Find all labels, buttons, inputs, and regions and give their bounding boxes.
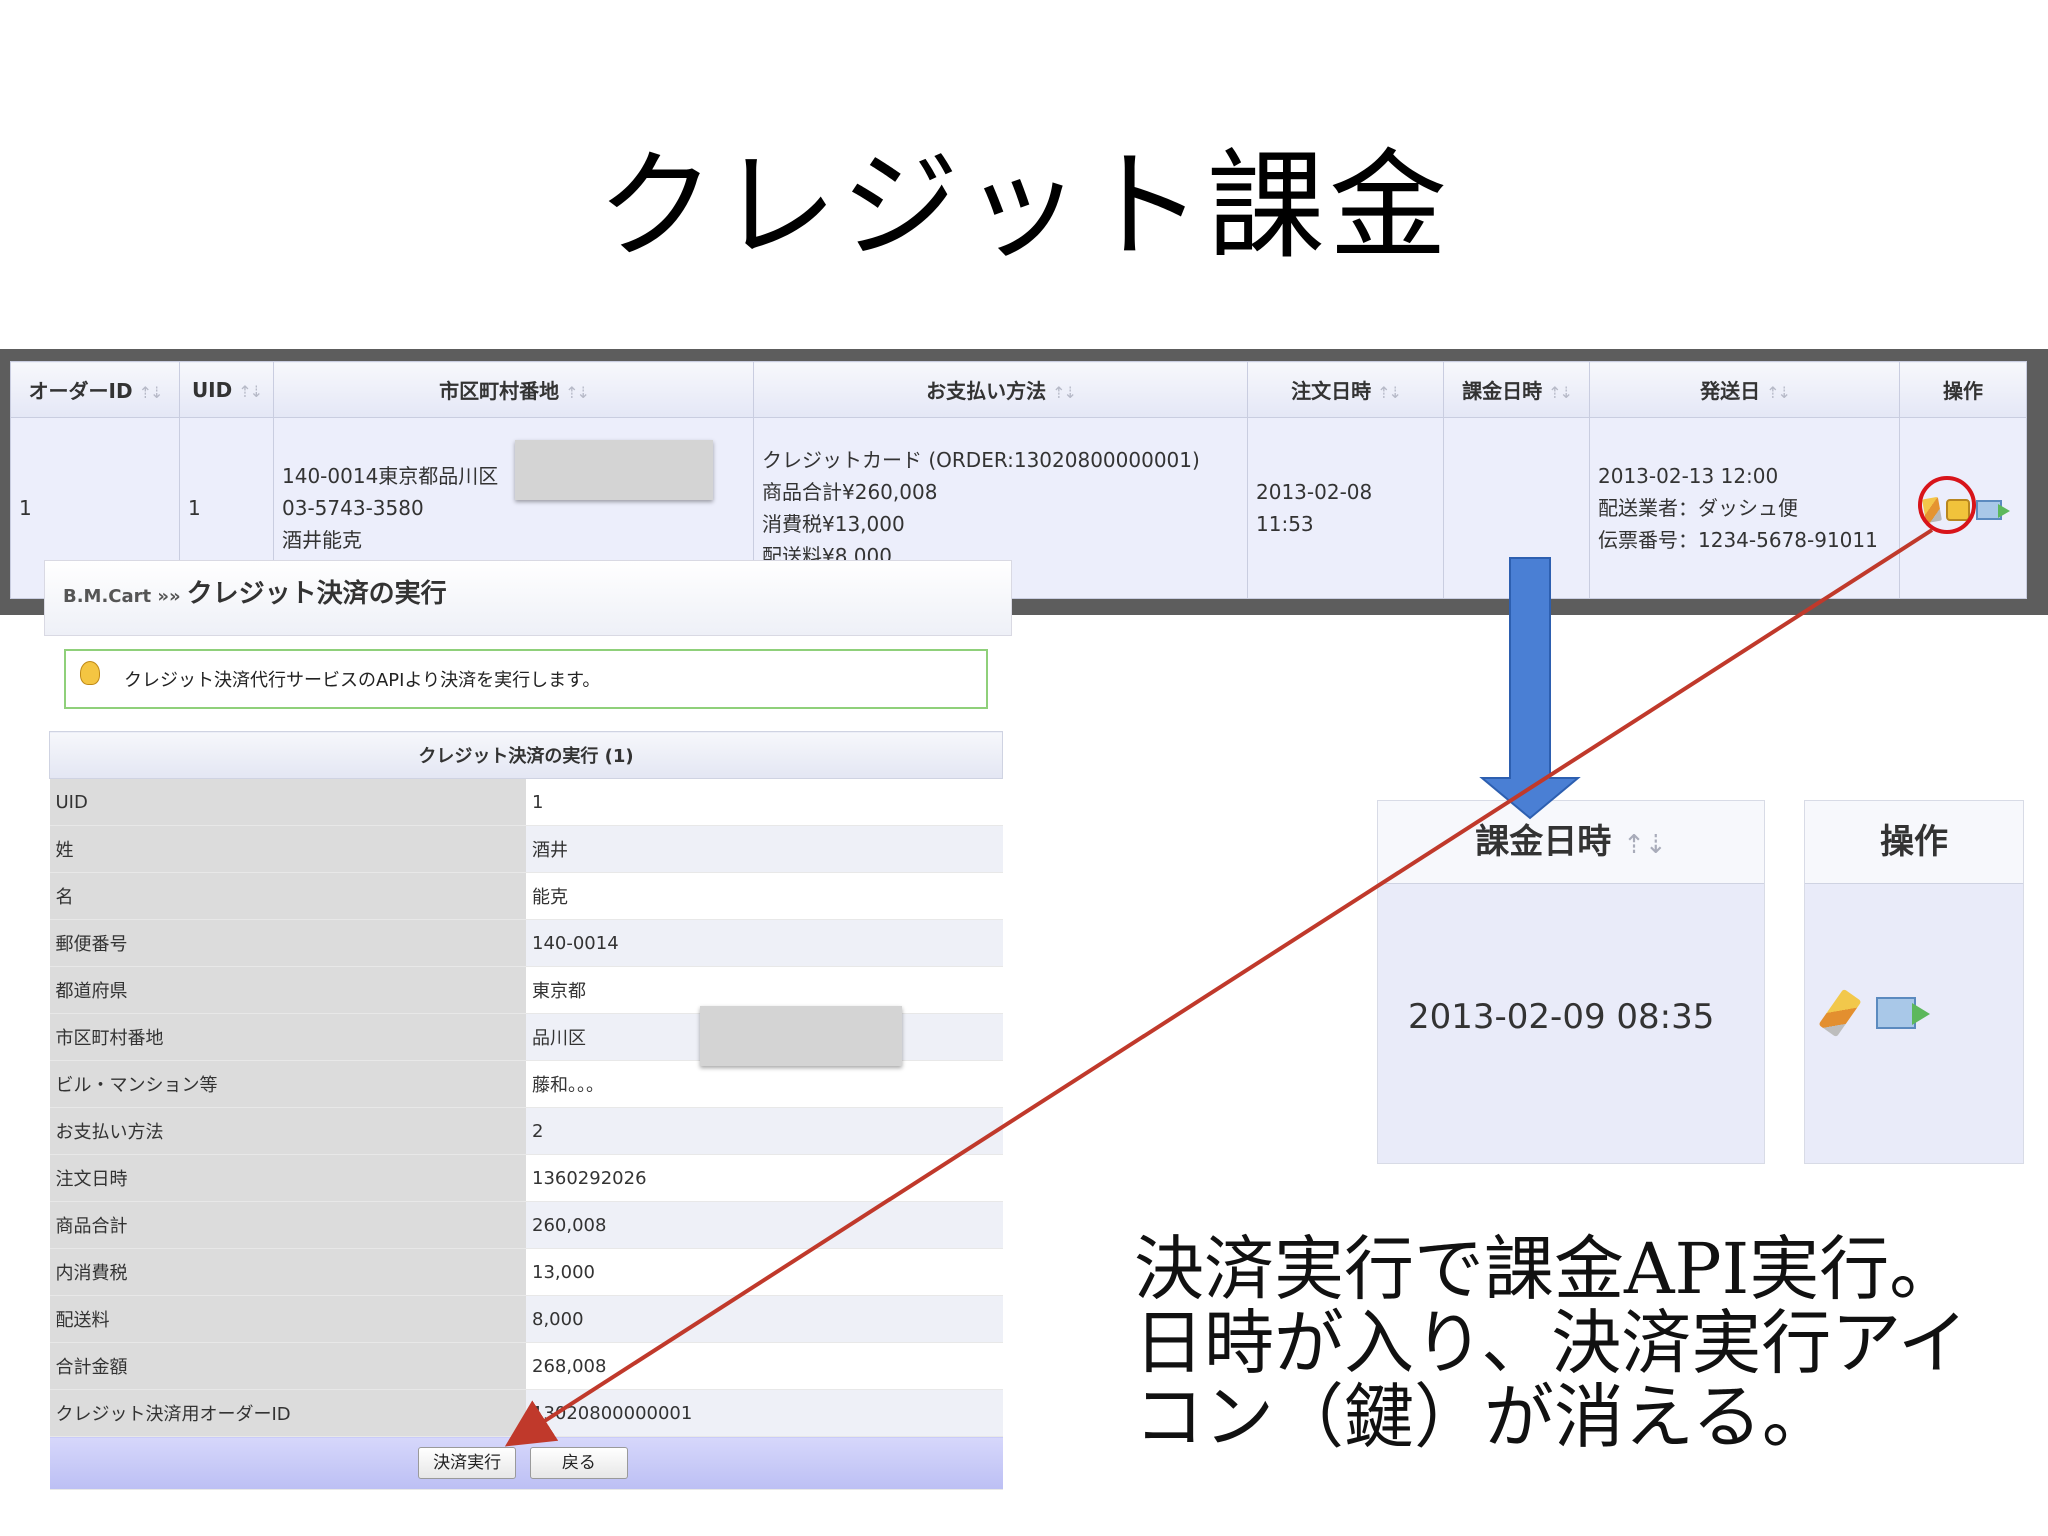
annotation-overlay [504, 528, 1934, 1447]
annotation-arrow-line [504, 528, 1934, 1447]
down-arrow-shape [1479, 557, 1581, 820]
